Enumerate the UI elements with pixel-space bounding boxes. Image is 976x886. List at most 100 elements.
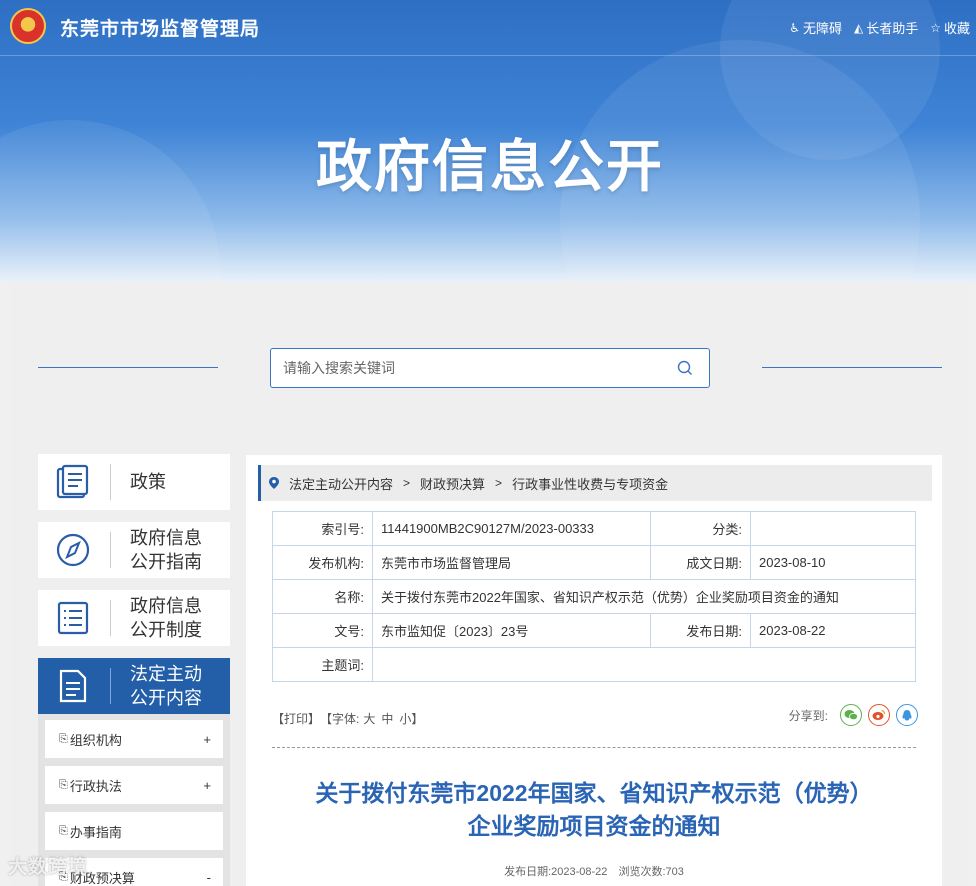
- meta-label: 发布日期:: [650, 613, 751, 648]
- file-icon: ⎘: [59, 778, 68, 791]
- meta-value: 11441900MB2C90127M/2023-00333: [372, 511, 651, 546]
- divider: [272, 747, 916, 748]
- sidebar-card-proactive[interactable]: 法定主动公开内容: [38, 658, 230, 714]
- search-box: [270, 348, 710, 388]
- meta-label: 文号:: [272, 613, 373, 648]
- elder-assist-icon: ◭: [853, 20, 864, 35]
- search-icon[interactable]: [677, 360, 693, 376]
- star-icon: ☆: [930, 20, 941, 35]
- accessibility-link[interactable]: ♿ 无障碍: [789, 18, 842, 37]
- breadcrumb-item[interactable]: 财政预决算: [420, 474, 485, 493]
- location-pin-icon: [269, 477, 279, 489]
- meta-label: 发布机构:: [272, 545, 373, 580]
- search-divider-right: [762, 367, 942, 368]
- compass-icon: [56, 533, 90, 567]
- submenu-label: 办事指南: [69, 824, 122, 840]
- file-icon: ⎘: [59, 732, 68, 745]
- favorite-link[interactable]: ☆ 收藏: [930, 18, 970, 37]
- views-label: 浏览次数:: [618, 866, 666, 878]
- expand-icon[interactable]: +: [203, 778, 211, 793]
- sidebar-card-label: 政策: [130, 472, 166, 492]
- wechat-icon[interactable]: [840, 704, 862, 726]
- file-icon: ⎘: [59, 824, 68, 837]
- article-title-line: 关于拨付东莞市2022年国家、省知识产权示范（优势）: [315, 780, 873, 806]
- submenu-label: 组织机构: [69, 732, 122, 748]
- breadcrumb-item[interactable]: 行政事业性收费与专项资金: [512, 474, 668, 493]
- card-separator: [110, 532, 111, 568]
- meta-value: 东莞市市场监督管理局: [372, 545, 651, 580]
- elder-assist-label: 长者助手: [866, 21, 919, 36]
- table-row: 发布机构: 东莞市市场监督管理局 成文日期: 2023-08-10: [272, 545, 916, 580]
- sidebar-card-label: 法定主动公开内容: [130, 664, 202, 708]
- meta-value: 东市监知促〔2023〕23号: [372, 613, 651, 648]
- policy-book-icon: [56, 464, 89, 499]
- search-input[interactable]: [271, 349, 651, 387]
- top-bar: 东莞市市场监督管理局 ♿ 无障碍 ◭ 长者助手 ☆ 收藏: [0, 0, 976, 56]
- share-label: 分享到:: [788, 708, 828, 723]
- submenu-item-service-guide[interactable]: ⎘ 办事指南: [45, 812, 223, 850]
- table-row: 索引号: 11441900MB2C90127M/2023-00333 分类:: [272, 511, 916, 546]
- collapse-icon[interactable]: -: [207, 870, 211, 885]
- sidebar-card-policy[interactable]: 政策: [38, 454, 230, 510]
- font-size-prefix: 【字体:: [326, 712, 360, 726]
- pub-date-label: 发布日期:: [504, 866, 552, 878]
- header-banner: 东莞市市场监督管理局 ♿ 无障碍 ◭ 长者助手 ☆ 收藏 政府信息公开: [0, 0, 976, 282]
- document-icon: [59, 669, 87, 703]
- watermark: 大数跨境: [8, 857, 89, 878]
- share-bar: 分享到:: [789, 704, 918, 726]
- views-count: 703: [665, 866, 684, 878]
- meta-value: 关于拨付东莞市2022年国家、省知识产权示范（优势）企业奖励项目资金的通知: [372, 579, 916, 614]
- meta-label: 成文日期:: [650, 545, 751, 580]
- accessibility-icon: ♿: [789, 20, 800, 35]
- main-panel: 政策 政府信息公开指南 政府信息公开制度: [10, 282, 969, 886]
- card-separator: [110, 600, 111, 636]
- sidebar-card-guide[interactable]: 政府信息公开指南: [38, 522, 230, 578]
- elder-assist-link[interactable]: ◭ 长者助手: [854, 18, 918, 37]
- sidebar: 政策 政府信息公开指南 政府信息公开制度 法定主动公开内容 ⎘ 组织机构 + ⎘…: [38, 454, 230, 886]
- content-area: 法定主动公开内容 > 财政预决算 > 行政事业性收费与专项资金 索引号: 114…: [246, 455, 942, 886]
- article-meta: 发布日期:2023-08-22 浏览次数:703: [272, 863, 916, 879]
- font-large-button[interactable]: 大: [363, 712, 375, 726]
- accessibility-label: 无障碍: [802, 21, 842, 36]
- expand-icon[interactable]: +: [203, 732, 211, 747]
- meta-value: [372, 647, 916, 682]
- submenu-item-enforcement[interactable]: ⎘ 行政执法 +: [45, 766, 223, 804]
- article-title: 关于拨付东莞市2022年国家、省知识产权示范（优势） 企业奖励项目资金的通知: [272, 777, 916, 843]
- document-metadata-table: 索引号: 11441900MB2C90127M/2023-00333 分类: 发…: [272, 511, 916, 682]
- sidebar-card-label: 政府信息公开指南: [130, 528, 202, 572]
- hero-title: 政府信息公开: [316, 135, 664, 198]
- weibo-icon[interactable]: [868, 704, 890, 726]
- favorite-label: 收藏: [943, 21, 970, 36]
- meta-label: 分类:: [650, 511, 751, 546]
- submenu-label: 行政执法: [69, 778, 122, 794]
- article-tools: 【打印】 【字体: 大中小】: [272, 710, 429, 727]
- table-row: 名称: 关于拨付东莞市2022年国家、省知识产权示范（优势）企业奖励项目资金的通…: [272, 579, 916, 614]
- print-button[interactable]: 【打印】: [272, 712, 320, 726]
- national-emblem-icon: [10, 8, 46, 44]
- submenu-item-organization[interactable]: ⎘ 组织机构 +: [45, 720, 223, 758]
- list-document-icon: [57, 601, 89, 635]
- article-title-line: 企业奖励项目资金的通知: [467, 813, 721, 839]
- card-separator: [110, 464, 111, 500]
- top-links: ♿ 无障碍 ◭ 长者助手 ☆ 收藏: [789, 18, 970, 37]
- meta-value: 2023-08-10: [750, 545, 916, 580]
- sidebar-card-label: 政府信息公开制度: [130, 596, 202, 640]
- site-title[interactable]: 东莞市市场监督管理局: [60, 14, 260, 41]
- table-row: 主题词:: [272, 647, 916, 682]
- font-medium-button[interactable]: 中: [381, 712, 393, 726]
- meta-label: 主题词:: [272, 647, 373, 682]
- meta-value: 2023-08-22: [750, 613, 916, 648]
- breadcrumb-item[interactable]: 法定主动公开内容: [289, 474, 393, 493]
- chevron-right-icon: >: [495, 476, 503, 490]
- sidebar-card-system[interactable]: 政府信息公开制度: [38, 590, 230, 646]
- chevron-right-icon: >: [403, 476, 411, 490]
- breadcrumb: 法定主动公开内容 > 财政预决算 > 行政事业性收费与专项资金: [258, 465, 932, 501]
- font-small-button[interactable]: 小: [399, 712, 411, 726]
- pub-date-value: 2023-08-22: [551, 866, 608, 878]
- meta-value: [750, 511, 916, 546]
- qq-icon[interactable]: [896, 704, 918, 726]
- meta-label: 名称:: [272, 579, 373, 614]
- search-divider-left: [38, 367, 218, 368]
- card-separator: [110, 668, 111, 704]
- font-size-suffix: 】: [411, 712, 424, 726]
